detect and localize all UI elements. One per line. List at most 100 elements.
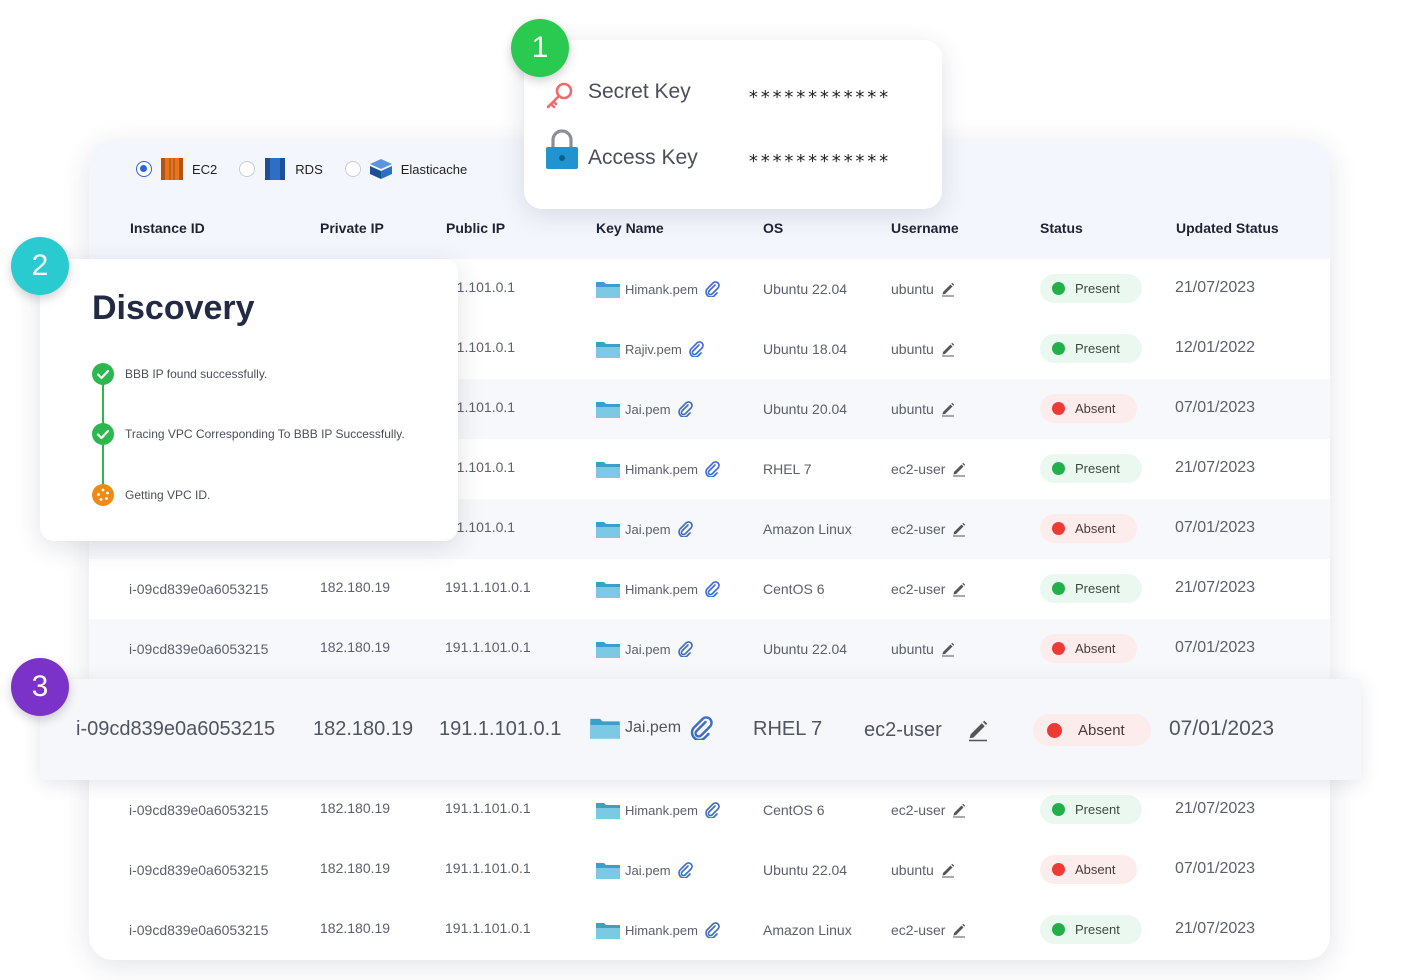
table-row[interactable]: i-09cd839e0a6053215 182.180.19 191.1.101.0… [89, 559, 1330, 619]
folder-icon [596, 402, 620, 418]
callout-badge-2: 2 [11, 237, 69, 295]
secret-key-label: Secret Key [588, 80, 691, 103]
table-row[interactable]: i-09cd839e0a6053215 182.180.19 191.1.101.0… [89, 780, 1330, 840]
key-name: Jai.pem [595, 860, 693, 880]
resource-type-rds[interactable]: RDS [239, 155, 323, 183]
key-name: Jai.pem [595, 519, 693, 539]
os: CentOS 6 [763, 802, 825, 818]
table-row[interactable]: i-09cd839e0a6053215 182.180.19 191.1.101.0… [89, 619, 1330, 679]
discovery-title: Discovery [92, 289, 255, 327]
paperclip-icon[interactable] [688, 341, 704, 357]
column-header-key-name[interactable]: Key Name [596, 220, 664, 236]
edit-pencil-icon[interactable] [940, 401, 956, 417]
status-dot [1052, 402, 1065, 415]
highlighted-row[interactable]: i-09cd839e0a6053215 182.180.19 191.1.101… [40, 679, 1361, 780]
resource-type-label: Elasticache [400, 161, 468, 177]
username: ec2-user [891, 922, 967, 938]
edit-pencil-icon[interactable] [951, 461, 967, 477]
status-badge: Absent [1040, 394, 1138, 423]
status-dot [1052, 522, 1065, 535]
key-name-label: Jai.pem [625, 862, 671, 878]
edit-pencil-icon[interactable] [966, 718, 990, 742]
edit-pencil-icon[interactable] [951, 802, 967, 818]
paperclip-icon[interactable] [677, 401, 693, 417]
status-badge: Absent [1040, 514, 1138, 543]
username: ubuntu [891, 641, 956, 657]
paperclip-icon[interactable] [704, 922, 720, 938]
folder-icon [596, 923, 620, 939]
resource-type-elasticache[interactable]: Elasticache [344, 155, 468, 183]
edit-pencil-icon[interactable] [940, 281, 956, 297]
discovery-step: Getting VPC ID. [92, 484, 210, 506]
radio-elasticache[interactable] [344, 161, 361, 177]
status-label: Present [1075, 341, 1120, 356]
table-row[interactable]: i-09cd839e0a6053215 182.180.19 191.1.101.0… [89, 840, 1330, 900]
column-header-status[interactable]: Status [1040, 220, 1083, 236]
username: ubuntu [891, 862, 956, 878]
discovery-step-label: Getting VPC ID. [125, 488, 211, 502]
paperclip-icon[interactable] [704, 281, 720, 297]
radio-ec2[interactable] [136, 161, 152, 177]
public-ip: 191.1.101.0.1 [445, 860, 531, 876]
column-header-public-ip[interactable]: Public IP [446, 220, 505, 236]
username-label: ec2-user [891, 521, 946, 537]
key-name-label: Himank.pem [625, 461, 698, 477]
instance-id[interactable]: i-09cd839e0a6053215 [129, 581, 268, 597]
updated-status-date: 07/01/2023 [1175, 639, 1256, 656]
status-label: Present [1075, 281, 1120, 296]
username: ec2-user [891, 802, 967, 818]
username-label: ec2-user [864, 718, 942, 741]
edit-pencil-icon[interactable] [951, 521, 967, 537]
username: ec2-user [891, 461, 967, 477]
resource-type-label: RDS [295, 161, 323, 177]
access-key-value[interactable]: ************ [748, 151, 890, 172]
table-row[interactable]: i-09cd839e0a6053215 182.180.19 191.1.101.0… [89, 900, 1330, 960]
edit-pencil-icon[interactable] [940, 341, 956, 357]
paperclip-icon[interactable] [704, 802, 720, 818]
column-header-private-ip[interactable]: Private IP [320, 220, 384, 236]
key-name-label: Jai.pem [625, 401, 671, 417]
instance-id[interactable]: i-09cd839e0a6053215 [129, 641, 268, 657]
folder-icon [596, 522, 620, 538]
status-badge: Present [1040, 274, 1142, 303]
os: Ubuntu 22.04 [763, 862, 848, 878]
paperclip-icon[interactable] [677, 521, 693, 537]
status-badge: Present [1040, 795, 1142, 824]
paperclip-icon[interactable] [677, 862, 693, 878]
updated-status-date: 07/01/2023 [1175, 399, 1256, 416]
instance-id[interactable]: i-09cd839e0a6053215 [129, 922, 268, 938]
instance-id[interactable]: i-09cd839e0a6053215 [129, 802, 268, 818]
username: ubuntu [891, 341, 956, 357]
column-header-updated-status[interactable]: Updated Status [1176, 220, 1279, 236]
resource-type-ec2[interactable]: EC2 [136, 155, 217, 183]
column-header-os[interactable]: OS [763, 220, 783, 236]
column-header-username[interactable]: Username [891, 220, 959, 236]
check-circle-icon [92, 363, 114, 385]
username: ubuntu [891, 401, 956, 417]
status-dot [1052, 863, 1065, 876]
updated-status-date: 07/01/2023 [1175, 860, 1256, 877]
status-dot [1052, 923, 1065, 936]
instance-id[interactable]: i-09cd839e0a6053215 [76, 718, 275, 741]
paperclip-icon[interactable] [704, 581, 720, 597]
edit-pencil-icon[interactable] [940, 862, 956, 878]
paperclip-icon[interactable] [677, 641, 693, 657]
instance-id[interactable]: i-09cd839e0a6053215 [129, 862, 268, 878]
public-ip: 191.1.101.0.1 [439, 718, 562, 740]
radio-rds[interactable] [239, 161, 256, 177]
username-label: ubuntu [891, 641, 934, 657]
username-label: ec2-user [891, 802, 946, 818]
discovery-step: Tracing VPC Corresponding To BBB IP Succ… [92, 423, 405, 445]
ec2-icon [161, 158, 183, 180]
edit-pencil-icon[interactable] [940, 641, 956, 657]
callout-badge-1: 1 [511, 19, 569, 77]
edit-pencil-icon[interactable] [951, 922, 967, 938]
secret-key-value[interactable]: ************ [748, 87, 890, 108]
updated-status-date: 21/07/2023 [1175, 279, 1256, 296]
paperclip-icon[interactable] [689, 715, 713, 740]
paperclip-icon[interactable] [704, 461, 720, 477]
edit-pencil-icon[interactable] [951, 581, 967, 597]
column-header-instance-id[interactable]: Instance ID [130, 220, 205, 236]
status-dot [1052, 582, 1065, 595]
updated-status-date: 12/01/2022 [1175, 339, 1256, 356]
